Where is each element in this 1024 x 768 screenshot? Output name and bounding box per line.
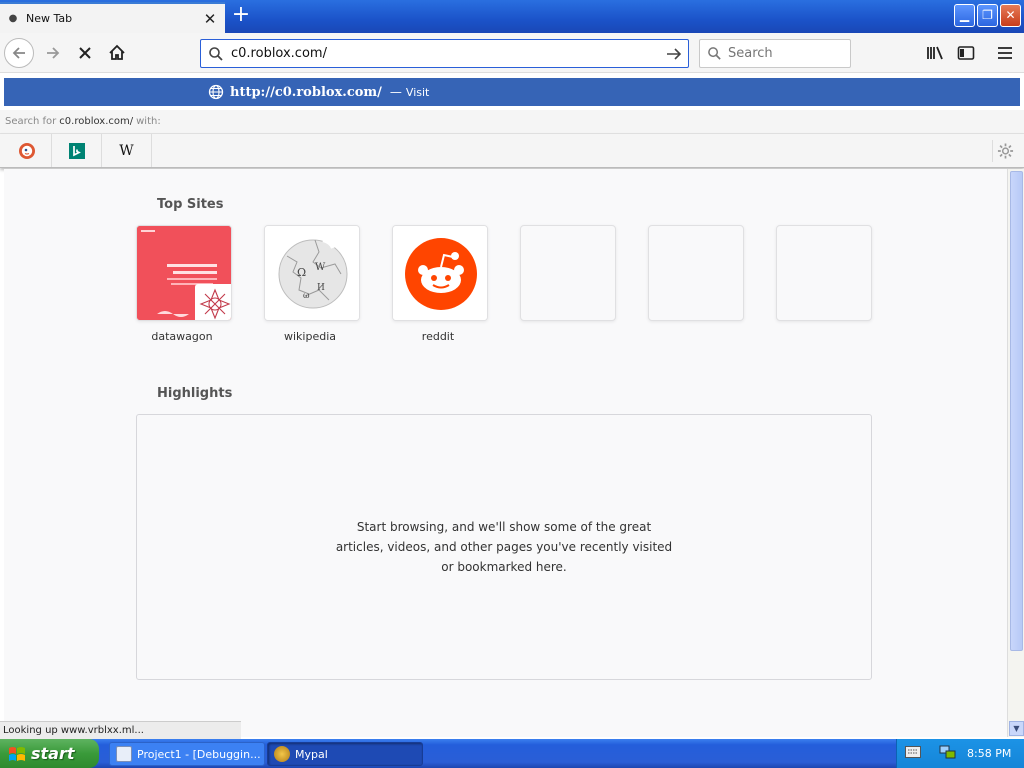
svg-text:W: W (315, 262, 326, 273)
clock: 8:58 PM (967, 747, 1012, 760)
svg-text:И: И (317, 283, 325, 293)
windows-logo-icon (9, 746, 25, 761)
url-input[interactable] (231, 46, 660, 61)
taskbar-item-project1[interactable]: Project1 - [Debuggin... (109, 742, 265, 766)
gear-icon[interactable] (992, 140, 1014, 162)
wikipedia-globe-icon: Ω W И ω (265, 226, 359, 320)
top-site-tile-reddit[interactable] (392, 225, 488, 321)
vb-project-icon (116, 746, 132, 762)
search-bar[interactable] (699, 39, 851, 68)
sidebar-icon[interactable] (951, 38, 981, 68)
highlights-title[interactable]: Highlights (157, 386, 232, 401)
new-tab-page: Top Sites Ω W И ω datawagon wikipedia re… (4, 169, 1007, 737)
suggestion-url: http://c0.roblox.com/ (230, 84, 382, 100)
home-icon[interactable] (102, 38, 132, 68)
url-bar[interactable] (200, 39, 689, 68)
taskbar-item-mypal[interactable]: Mypal (267, 742, 423, 766)
wikipedia-icon[interactable]: W (102, 134, 152, 167)
scroll-down-arrow-icon[interactable]: ▼ (1009, 721, 1024, 736)
search-icon (201, 46, 231, 62)
taskbar-item-label: Project1 - [Debuggin... (137, 747, 261, 761)
search-for-label: Search for c0.roblox.com/ with: (0, 110, 1024, 134)
status-bar: Looking up www.vrblxx.ml... (0, 721, 241, 739)
top-site-label[interactable]: wikipedia (262, 330, 358, 343)
suggestion-dash: — (389, 85, 402, 99)
top-site-label[interactable]: datawagon (134, 330, 230, 343)
top-site-tile-wikipedia[interactable]: Ω W И ω (264, 225, 360, 321)
top-site-tile-empty[interactable] (648, 225, 744, 321)
keyboard-icon[interactable] (905, 746, 925, 761)
loading-dot-icon: ● (8, 13, 18, 24)
top-site-tile-empty[interactable] (520, 225, 616, 321)
network-icon[interactable] (939, 744, 959, 763)
close-x-icon[interactable]: ✕ (1000, 4, 1021, 27)
system-tray: 8:58 PM (896, 739, 1024, 768)
plus-icon[interactable]: + (228, 3, 254, 29)
svg-text:Ω: Ω (297, 266, 306, 279)
search-input[interactable] (728, 46, 850, 61)
arrow-right-icon[interactable] (38, 38, 68, 68)
url-suggestion-visit[interactable]: http://c0.roblox.com/ — Visit (4, 78, 1020, 106)
top-site-tile-empty[interactable] (776, 225, 872, 321)
search-for-suffix: with: (136, 116, 161, 127)
reddit-alien-icon (393, 226, 487, 320)
wikipedia-letter: W (119, 142, 134, 159)
taskbar-item-label: Mypal (295, 747, 328, 761)
top-site-tile-datawagon[interactable] (136, 225, 232, 321)
top-site-label[interactable]: reddit (390, 330, 486, 343)
page-scrollbar[interactable]: ▼ (1007, 169, 1024, 737)
globe-icon (208, 84, 224, 100)
hamburger-icon[interactable] (990, 38, 1020, 68)
mypal-browser-icon (274, 746, 290, 762)
minimize-icon[interactable]: ▁ (954, 4, 975, 27)
datawagon-thumbnail (137, 226, 231, 320)
arrow-left-icon[interactable] (4, 38, 34, 68)
stop-x-icon[interactable] (70, 38, 100, 68)
tab-title: New Tab (26, 12, 73, 25)
arrow-go-icon[interactable] (660, 46, 688, 62)
library-icon[interactable] (920, 38, 950, 68)
one-off-search-engines: W (0, 134, 1024, 168)
search-for-prefix: Search for (5, 116, 57, 127)
bing-icon[interactable] (52, 134, 102, 167)
close-icon[interactable]: ✕ (195, 10, 225, 28)
tab-strip: ● New Tab ✕ + ▁ ❐ ✕ (0, 0, 1024, 33)
nav-toolbar (0, 33, 1024, 73)
start-label: start (31, 744, 75, 763)
restore-icon[interactable]: ❐ (977, 4, 998, 27)
start-button[interactable]: start (0, 739, 99, 768)
search-icon (700, 46, 728, 61)
suggestion-action: Visit (405, 85, 430, 99)
search-for-query: c0.roblox.com/ (59, 116, 134, 127)
svg-text:ω: ω (303, 291, 310, 300)
highlights-empty-state: Start browsing, and we'll show some of t… (136, 414, 872, 680)
top-sites-title[interactable]: Top Sites (157, 197, 224, 212)
highlights-empty-message: Start browsing, and we'll show some of t… (335, 520, 673, 574)
scroll-thumb[interactable] (1010, 171, 1023, 651)
windows-taskbar: start Project1 - [Debuggin... Mypal 8:58… (0, 739, 1024, 768)
duckduckgo-icon[interactable] (2, 134, 52, 167)
tab-new-tab[interactable]: ● New Tab ✕ (0, 2, 225, 33)
